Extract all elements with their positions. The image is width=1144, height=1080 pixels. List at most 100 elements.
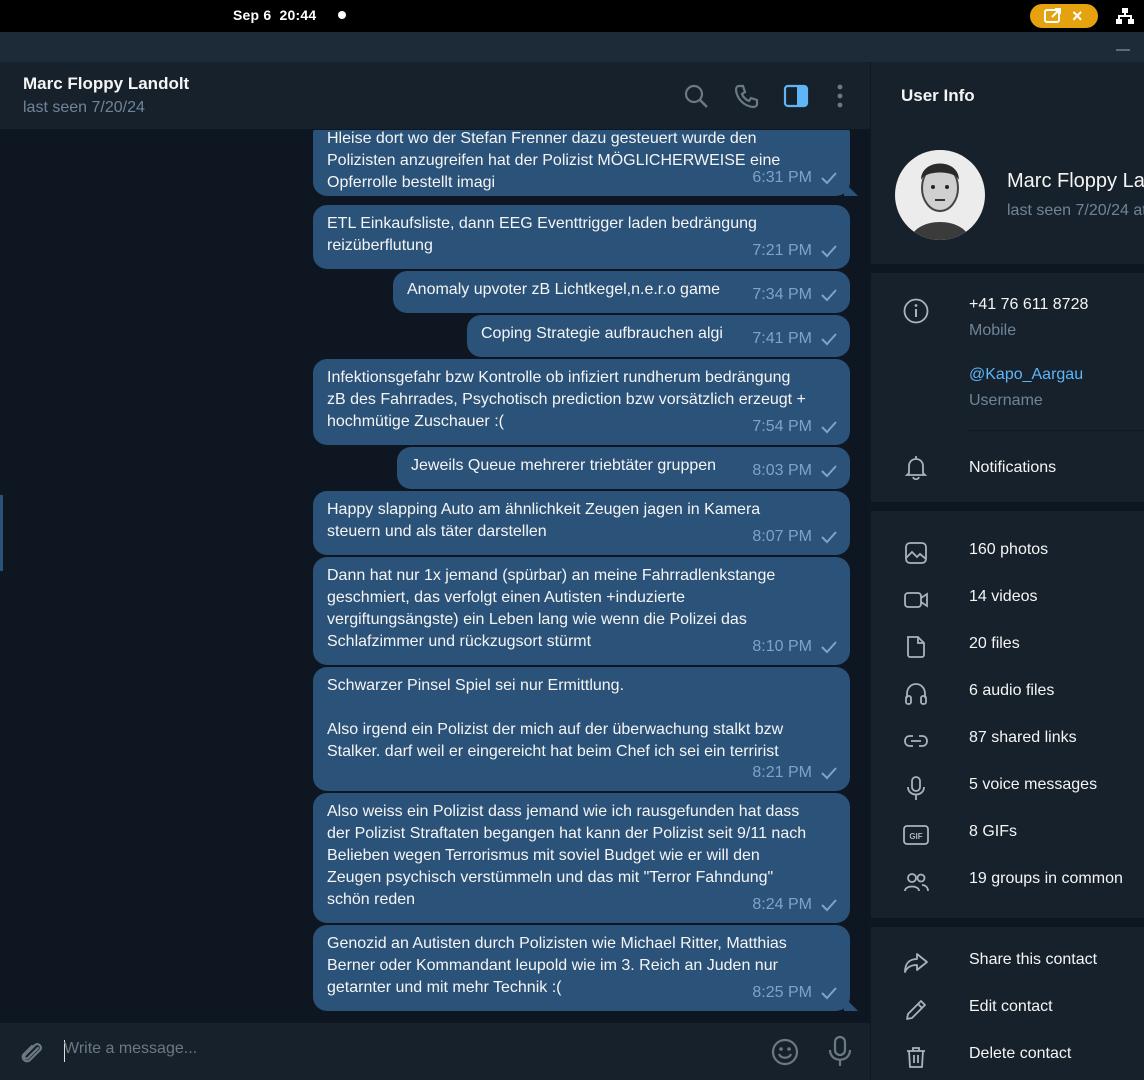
external-window-icon	[1044, 8, 1061, 23]
message-time: 8:21 PM	[752, 764, 812, 781]
media-label: 6 audio files	[969, 682, 1055, 699]
media-label: 160 photos	[969, 541, 1049, 558]
more-options-icon[interactable]	[826, 82, 854, 110]
message-time: 7:54 PM	[752, 418, 812, 435]
media-label: 8 GIFs	[969, 823, 1018, 840]
message-meta: 7:54 PM	[752, 416, 838, 438]
phone-number[interactable]: +41 76 611 8728	[969, 296, 1088, 314]
edit-icon	[906, 1000, 926, 1020]
sent-check-icon	[821, 531, 837, 544]
notification-dot	[338, 11, 346, 19]
user-info-panel: User Info Marc Floppy Landolt last seen …	[870, 62, 1144, 1080]
network-icon[interactable]	[1116, 7, 1134, 25]
share-icon	[904, 953, 928, 973]
message-bubble[interactable]: ETL Einkaufsliste, dann EEG Eventtrigger…	[313, 205, 850, 269]
message-meta: 8:10 PM	[752, 636, 838, 658]
avatar[interactable]	[895, 150, 985, 240]
window-title-bar	[0, 32, 1144, 62]
media-label: 19 groups in common	[969, 870, 1123, 887]
section-divider	[871, 264, 1144, 273]
media-label: 20 files	[969, 635, 1020, 652]
system-top-bar: Sep 6 20:44 ×	[0, 0, 1144, 32]
trash-icon	[907, 1047, 925, 1068]
close-icon[interactable]: ×	[1072, 5, 1083, 27]
message-bubble[interactable]: Anomaly upvoter zB Lichtkegel,n.e.r.o ga…	[393, 271, 850, 313]
message-bubble[interactable]: Jeweils Queue mehrerer triebtäter gruppe…	[397, 447, 850, 489]
file-icon	[907, 636, 925, 658]
action-label: Edit contact	[969, 998, 1053, 1015]
bubble-tail	[844, 997, 858, 1011]
phone-label: Mobile	[969, 322, 1017, 339]
notifications-row[interactable]: Notifications	[969, 459, 1056, 477]
sent-check-icon	[821, 987, 837, 1000]
chat-last-seen: last seen 7/20/24	[23, 99, 145, 116]
sent-check-icon	[821, 245, 837, 258]
section-divider	[871, 502, 1144, 511]
message-time: 8:25 PM	[752, 984, 812, 1001]
sent-check-icon	[821, 289, 837, 302]
photo-icon	[905, 542, 927, 564]
message-time: 8:24 PM	[752, 896, 812, 913]
system-date: Sep 6	[233, 7, 272, 23]
sidebar-toggle-icon[interactable]	[782, 82, 810, 110]
info-icon	[903, 298, 929, 324]
system-clock[interactable]: Sep 6 20:44	[233, 7, 316, 23]
sent-check-icon	[821, 465, 837, 478]
message-time: 7:21 PM	[752, 242, 812, 259]
message-bubble[interactable]: Also weiss ein Polizist dass jemand wie …	[313, 793, 850, 923]
message-composer: Write a message...	[0, 1022, 870, 1080]
headphones-icon	[905, 683, 927, 705]
message-bubble[interactable]: Schwarzer Pinsel Spiel sei nur Ermittlun…	[313, 667, 850, 791]
section-divider	[871, 918, 1144, 927]
message-list[interactable]: Hleise dort wo der Stefan Frenner dazu g…	[0, 130, 870, 1022]
message-meta: 7:21 PM	[752, 240, 838, 262]
message-meta: 8:25 PM	[752, 982, 838, 1004]
group-icon	[904, 873, 929, 892]
sent-check-icon	[821, 421, 837, 434]
sent-check-icon	[821, 767, 837, 780]
message-time: 8:07 PM	[752, 528, 812, 545]
sent-check-icon	[821, 641, 837, 654]
username[interactable]: @Kapo_Aargau	[969, 366, 1083, 384]
profile-name: Marc Floppy Landolt	[1007, 170, 1144, 192]
link-icon	[904, 735, 928, 747]
message-meta: 7:34 PM	[752, 284, 838, 306]
message-bubble[interactable]: Hleise dort wo der Stefan Frenner dazu g…	[313, 130, 858, 196]
media-label: 87 shared links	[969, 729, 1077, 746]
scroll-indicator	[0, 495, 3, 571]
microphone-icon[interactable]	[826, 1035, 854, 1067]
message-bubble[interactable]: Happy slapping Auto am ähnlichkeit Zeuge…	[313, 491, 850, 555]
message-bubble[interactable]: Genozid an Autisten durch Polizisten wie…	[313, 925, 858, 1011]
search-icon[interactable]	[682, 82, 710, 110]
emoji-icon[interactable]	[770, 1037, 800, 1067]
chat-title[interactable]: Marc Floppy Landolt	[23, 74, 189, 94]
message-time: 7:34 PM	[752, 286, 812, 303]
sent-check-icon	[821, 333, 837, 346]
svg-text:GIF: GIF	[909, 832, 922, 841]
username-label: Username	[969, 392, 1043, 409]
screen-share-indicator[interactable]: ×	[1030, 4, 1098, 28]
message-meta: 7:41 PM	[752, 328, 838, 350]
message-bubble[interactable]: Infektionsgefahr bzw Kontrolle ob infizi…	[313, 359, 850, 445]
attach-icon[interactable]	[18, 1039, 46, 1067]
message-bubble[interactable]: Dann hat nur 1x jemand (spürbar) an mein…	[313, 557, 850, 665]
sent-check-icon	[821, 172, 837, 185]
action-label: Share this contact	[969, 951, 1098, 968]
media-label: 5 voice messages	[969, 776, 1098, 793]
message-time: 7:41 PM	[752, 330, 812, 347]
action-label: Delete contact	[969, 1045, 1072, 1062]
message-text: Schwarzer Pinsel Spiel sei nur Ermittlun…	[327, 677, 784, 760]
message-meta: 8:03 PM	[752, 460, 838, 482]
message-bubble[interactable]: Coping Strategie aufbrauchen algi 7:41 PM	[467, 315, 850, 357]
media-label: 14 videos	[969, 588, 1038, 605]
microphone-icon	[907, 776, 925, 800]
message-time: 8:10 PM	[752, 638, 812, 655]
chat-header: Marc Floppy Landolt last seen 7/20/24	[0, 62, 870, 130]
gif-icon: GIF	[903, 825, 929, 845]
sent-check-icon	[821, 899, 837, 912]
message-time: 8:03 PM	[752, 462, 812, 479]
phone-icon[interactable]	[733, 82, 761, 110]
minimize-button[interactable]	[1116, 49, 1130, 51]
message-input[interactable]: Write a message...	[64, 1040, 197, 1058]
message-meta: 8:07 PM	[752, 526, 838, 548]
